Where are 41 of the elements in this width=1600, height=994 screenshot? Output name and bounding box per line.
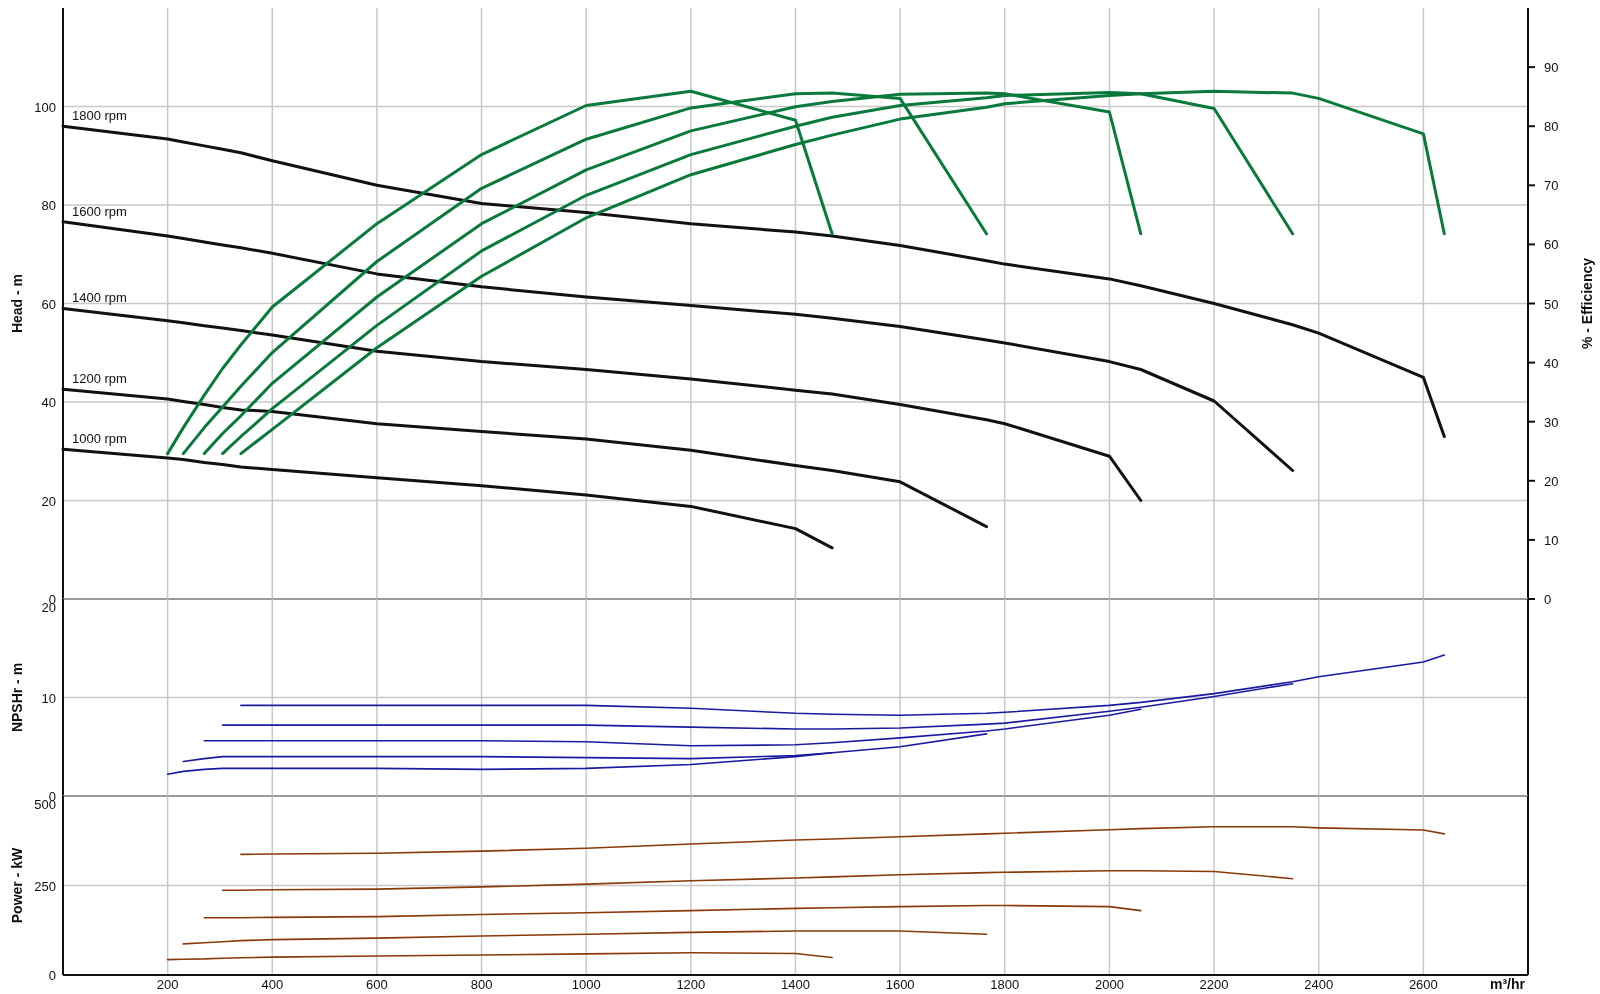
x-tick-label: 1200 (676, 977, 706, 992)
y-tick-label: 20 (41, 493, 56, 509)
y-tick-label: 70 (1544, 178, 1559, 194)
y-tick-label: 30 (1544, 414, 1559, 430)
x-tick-label: 2200 (1199, 977, 1229, 992)
x-tick-label: 800 (470, 977, 493, 992)
x-tick-label: 1800 (990, 977, 1020, 992)
y-axis-title: NPSHr - m (9, 662, 25, 733)
curve-label: 1600 rpm (72, 203, 127, 219)
x-tick-label: 200 (156, 977, 179, 992)
y-tick-label: 90 (1544, 60, 1559, 76)
curve-label: 1000 rpm (72, 431, 127, 447)
y-axis-title: % - Efficiency (1579, 258, 1595, 349)
x-tick-label: 1600 (885, 977, 915, 992)
y-tick-label: 60 (1544, 237, 1559, 253)
y-tick-label: 0 (48, 968, 56, 983)
y-tick-label: 250 (34, 878, 56, 894)
curve-label: 1400 rpm (72, 290, 127, 306)
x-tick-label: 2000 (1094, 977, 1124, 992)
y-tick-label: 10 (1544, 532, 1559, 548)
y-tick-label: 80 (41, 198, 56, 213)
x-tick-label: 1400 (781, 977, 810, 992)
x-axis-title: m³/hr (1490, 976, 1525, 992)
x-tick-label: 400 (261, 977, 284, 992)
y-tick-label: 50 (1544, 296, 1559, 312)
x-tick-label: 2600 (1408, 977, 1438, 992)
y-tick-label: 100 (34, 99, 56, 115)
y-tick-label: 80 (1544, 119, 1559, 135)
y-tick-label: 40 (41, 395, 56, 410)
y-tick-label: 40 (1544, 355, 1559, 371)
curve-label: 1800 rpm (72, 108, 127, 124)
x-tick-label: 2400 (1304, 977, 1334, 992)
y-axis-title: Head - m (9, 273, 25, 334)
x-tick-label: 600 (366, 977, 388, 992)
curve-label: 1200 rpm (72, 371, 127, 387)
y-tick-label: 20 (1544, 473, 1559, 489)
y-axis-title: Power - kW (9, 847, 25, 924)
y-tick-label: 10 (41, 690, 56, 706)
y-tick-label: 60 (41, 296, 56, 312)
y-tick-label: 0 (1544, 592, 1552, 607)
x-tick-label: 1000 (571, 977, 601, 992)
